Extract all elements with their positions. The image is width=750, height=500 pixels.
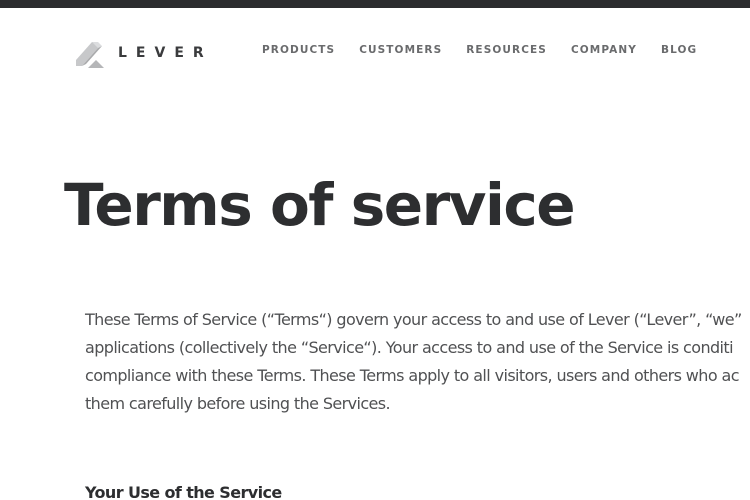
main-nav: PRODUCTS CUSTOMERS RESOURCES COMPANY BLO… xyxy=(262,43,721,57)
top-bar xyxy=(0,0,750,8)
logo-wordmark: LEVER xyxy=(118,45,213,61)
nav-products[interactable]: PRODUCTS xyxy=(262,43,335,57)
intro-line: applications (collectively the “Service“… xyxy=(85,338,734,357)
lever-logo-link[interactable]: LEVER xyxy=(74,38,213,68)
intro-line: them carefully before using the Services… xyxy=(85,394,391,413)
intro-line: compliance with these Terms. These Terms… xyxy=(85,366,740,385)
nav-resources[interactable]: RESOURCES xyxy=(466,43,547,57)
intro-line: These Terms of Service (“Terms“) govern … xyxy=(85,310,742,329)
nav-blog[interactable]: BLOG xyxy=(661,43,697,57)
page-title: Terms of service xyxy=(64,171,576,239)
lever-logo-icon xyxy=(76,42,104,68)
nav-company[interactable]: COMPANY xyxy=(571,43,637,57)
intro-paragraph: These Terms of Service (“Terms“) govern … xyxy=(85,306,750,418)
nav-customers[interactable]: CUSTOMERS xyxy=(359,43,442,57)
section-heading-your-use: Your Use of the Service xyxy=(85,483,282,500)
